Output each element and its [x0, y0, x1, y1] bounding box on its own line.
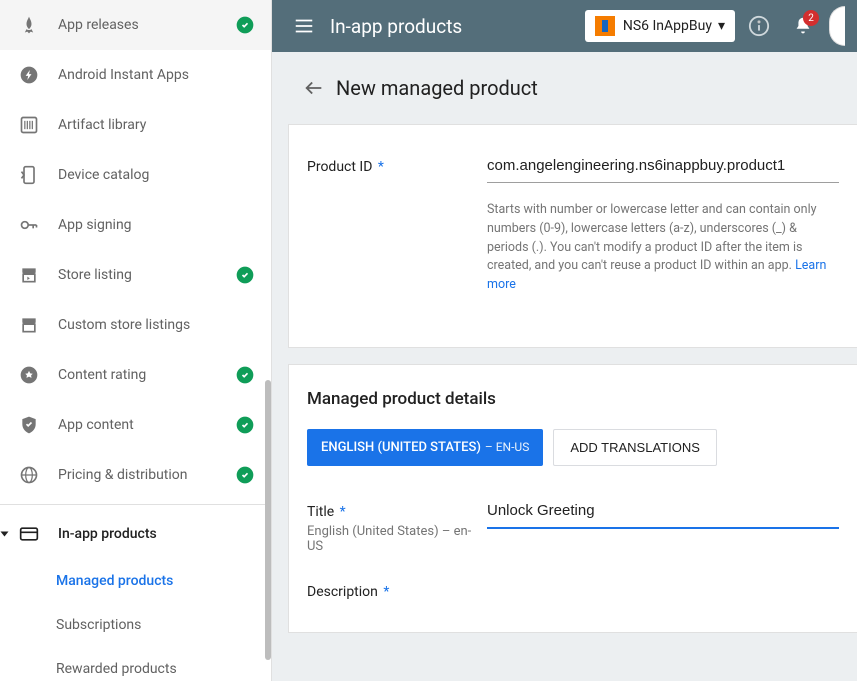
nav-label: Android Instant Apps [58, 67, 255, 83]
product-id-input[interactable] [487, 149, 839, 183]
nav-label: Artifact library [58, 117, 255, 133]
add-translations-button[interactable]: ADD TRANSLATIONS [553, 429, 717, 466]
sidebar-item-instant-apps[interactable]: Android Instant Apps [0, 50, 271, 100]
product-id-card: Product ID * Starts with number or lower… [288, 124, 857, 348]
title-input[interactable] [487, 494, 839, 529]
check-icon [235, 365, 255, 385]
menu-icon [293, 15, 315, 37]
required-indicator: * [374, 159, 384, 175]
sidebar-item-in-app-products[interactable]: In-app products [0, 509, 271, 559]
sidebar-item-store-listing[interactable]: Store listing [0, 250, 271, 300]
store-icon [18, 314, 40, 336]
description-label: Description [307, 584, 378, 600]
dropdown-icon: ▾ [718, 18, 725, 34]
required-indicator: * [383, 584, 389, 600]
nav-label: Device catalog [58, 167, 255, 183]
check-icon [235, 15, 255, 35]
library-icon [18, 114, 40, 136]
notifications-button[interactable]: 2 [783, 6, 823, 46]
check-icon [235, 415, 255, 435]
sidebar: App releases Android Instant Apps Artifa… [0, 0, 272, 681]
title-sublabel: English (United States) – en-US [307, 524, 487, 554]
device-icon [18, 164, 40, 186]
nav-label: Pricing & distribution [58, 467, 227, 483]
rating-icon [18, 364, 40, 386]
menu-button[interactable] [284, 6, 324, 46]
sidebar-item-artifact-library[interactable]: Artifact library [0, 100, 271, 150]
shield-icon [18, 414, 40, 436]
nav-label: Custom store listings [58, 317, 255, 333]
subheader: New managed product [272, 52, 857, 124]
nav-label: Content rating [58, 367, 227, 383]
scrollbar[interactable] [265, 380, 271, 660]
sidebar-item-content-rating[interactable]: Content rating [0, 350, 271, 400]
bolt-circle-icon [18, 64, 40, 86]
info-button[interactable] [739, 6, 779, 46]
sidebar-item-app-releases[interactable]: App releases [0, 0, 271, 50]
product-id-label: Product ID [307, 159, 372, 175]
nav-label: App content [58, 417, 227, 433]
store-icon [18, 264, 40, 286]
topbar: In-app products NS6 InAppBuy ▾ 2 [272, 0, 857, 52]
arrow-left-icon [303, 77, 325, 99]
globe-icon [18, 464, 40, 486]
language-chip[interactable]: ENGLISH (UNITED STATES) – EN-US [307, 429, 543, 466]
avatar[interactable] [829, 6, 845, 46]
info-icon [748, 15, 770, 37]
nav-label: App signing [58, 217, 255, 233]
app-name: NS6 InAppBuy [623, 18, 712, 34]
sidebar-item-custom-store-listings[interactable]: Custom store listings [0, 300, 271, 350]
language-chip-main: ENGLISH (UNITED STATES) [321, 440, 481, 455]
sidebar-item-app-signing[interactable]: App signing [0, 200, 271, 250]
sidebar-item-app-content[interactable]: App content [0, 400, 271, 450]
subheader-title: New managed product [336, 76, 538, 100]
main: In-app products NS6 InAppBuy ▾ 2 New man… [272, 0, 857, 681]
nav-label: Store listing [58, 267, 227, 283]
product-id-help: Starts with number or lowercase letter a… [487, 201, 839, 295]
nav-label: App releases [58, 17, 227, 33]
app-selector[interactable]: NS6 InAppBuy ▾ [585, 10, 735, 42]
required-indicator: * [340, 504, 346, 520]
sidebar-item-device-catalog[interactable]: Device catalog [0, 150, 271, 200]
nav-label: In-app products [58, 526, 255, 542]
details-card: Managed product details ENGLISH (UNITED … [288, 364, 857, 633]
notification-badge: 2 [803, 10, 819, 26]
section-title: Managed product details [307, 389, 839, 409]
key-icon [18, 214, 40, 236]
check-icon [235, 465, 255, 485]
check-icon [235, 265, 255, 285]
language-chip-sub: – EN-US [485, 440, 529, 454]
rocket-icon [18, 14, 40, 36]
divider [0, 504, 271, 505]
sidebar-subitem-rewarded-products[interactable]: Rewarded products [0, 647, 271, 681]
title-label: Title [307, 504, 334, 520]
app-icon [595, 16, 615, 36]
card-icon [18, 523, 40, 545]
page-title: In-app products [330, 15, 585, 38]
back-button[interactable] [300, 74, 328, 102]
sidebar-item-pricing-distribution[interactable]: Pricing & distribution [0, 450, 271, 500]
sidebar-subitem-managed-products[interactable]: Managed products [0, 559, 271, 603]
sidebar-subitem-subscriptions[interactable]: Subscriptions [0, 603, 271, 647]
content: Product ID * Starts with number or lower… [272, 124, 857, 681]
